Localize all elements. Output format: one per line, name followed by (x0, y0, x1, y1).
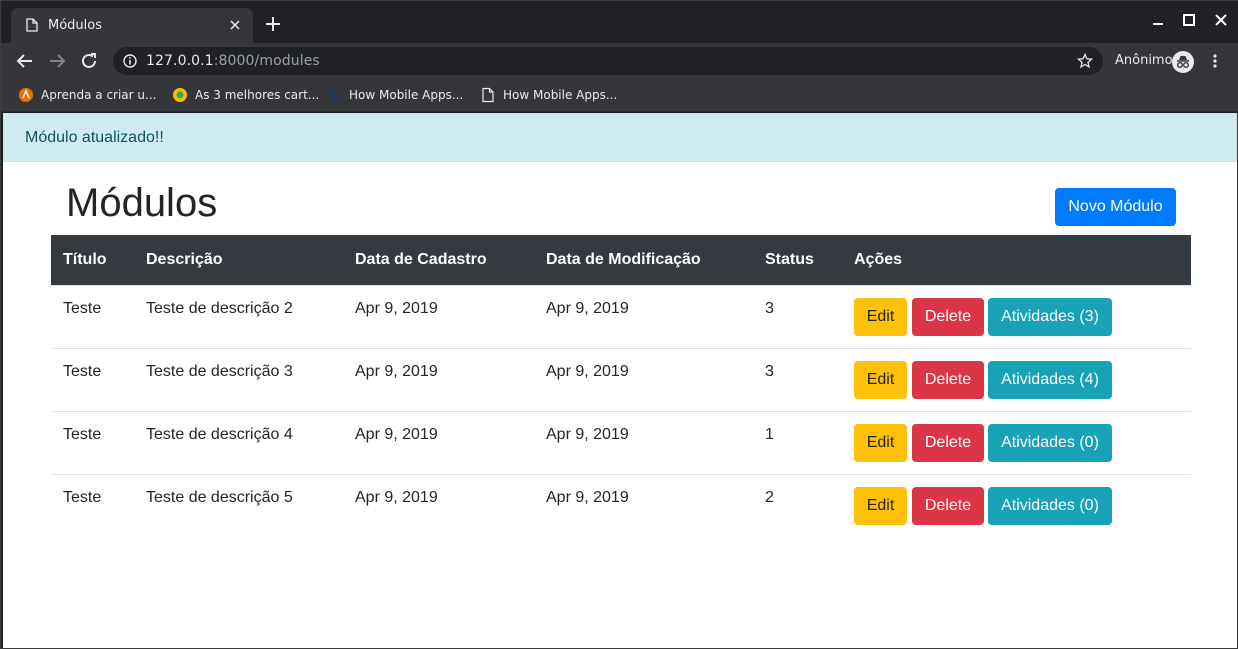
bookmark-item[interactable]: How Mobile Apps... (480, 86, 617, 104)
atividades-button[interactable]: Atividades (0) (988, 487, 1112, 525)
cell-descricao: Teste de descrição 5 (146, 489, 293, 506)
maximize-icon[interactable] (1182, 13, 1196, 27)
new-tab-icon[interactable] (264, 15, 282, 33)
back-icon[interactable] (15, 51, 35, 71)
delete-button[interactable]: Delete (912, 424, 984, 462)
atividades-button[interactable]: Atividades (4) (988, 361, 1112, 399)
cell-titulo: Teste (63, 300, 102, 317)
cell-data-modificacao: Apr 9, 2019 (546, 489, 629, 506)
delete-button[interactable]: Delete (912, 487, 984, 525)
bookmark-star-icon[interactable] (1077, 53, 1093, 69)
browser-tab[interactable]: Módulos (11, 8, 253, 43)
table-row: Teste Teste de descrição 4 Apr 9, 2019 A… (51, 411, 1191, 474)
profile-label[interactable]: Anônimo (1115, 53, 1173, 68)
success-alert: Módulo atualizado!! (3, 113, 1237, 162)
table-row: Teste Teste de descrição 2 Apr 9, 2019 A… (51, 285, 1191, 348)
info-icon[interactable] (123, 54, 137, 68)
incognito-icon[interactable] (1172, 51, 1194, 73)
more-menu-icon[interactable] (1208, 53, 1222, 69)
bookmark-item[interactable]: Aprenda a criar u... (18, 86, 156, 104)
atividades-button[interactable]: Atividades (0) (988, 424, 1112, 462)
cell-data-modificacao: Apr 9, 2019 (546, 426, 629, 443)
page-icon (26, 18, 38, 32)
cell-status: 2 (765, 489, 774, 506)
close-tab-icon[interactable] (227, 17, 243, 33)
cell-status: 3 (765, 300, 774, 317)
delete-button[interactable]: Delete (912, 298, 984, 336)
cell-descricao: Teste de descrição 2 (146, 300, 293, 317)
column-header-descricao: Descrição (146, 251, 223, 268)
alert-message: Módulo atualizado!! (25, 129, 164, 146)
address-bar[interactable]: 127.0.0.1:8000/modules (113, 47, 1103, 75)
bookmark-label: As 3 melhores cart... (195, 88, 320, 102)
edit-button[interactable]: Edit (854, 487, 907, 525)
cell-data-cadastro: Apr 9, 2019 (355, 426, 438, 443)
page-title: Módulos (66, 181, 218, 225)
column-header-titulo: Título (63, 251, 107, 268)
page-icon (482, 87, 494, 103)
cell-status: 3 (765, 363, 774, 380)
atividades-button[interactable]: Atividades (3) (988, 298, 1112, 336)
table-header: Título Descrição Data de Cadastro Data d… (51, 235, 1191, 285)
column-header-data-cadastro: Data de Cadastro (355, 251, 487, 268)
cell-data-modificacao: Apr 9, 2019 (546, 300, 629, 317)
cell-titulo: Teste (63, 489, 102, 506)
cell-descricao: Teste de descrição 3 (146, 363, 293, 380)
column-header-status: Status (765, 251, 814, 268)
column-header-data-modificacao: Data de Modificação (546, 251, 701, 268)
edit-button[interactable]: Edit (854, 424, 907, 462)
minimize-icon[interactable] (1151, 13, 1165, 27)
bookmark-favicon-icon (173, 88, 187, 102)
forward-icon[interactable] (47, 51, 67, 71)
column-header-acoes: Ações (854, 251, 903, 268)
cell-data-cadastro: Apr 9, 2019 (355, 300, 438, 317)
cell-titulo: Teste (63, 363, 102, 380)
bookmark-item[interactable]: How Mobile Apps... (326, 86, 463, 104)
url-path: :8000/modules (213, 53, 320, 69)
reload-icon[interactable] (79, 51, 99, 71)
browser-window: Módulos 127.0.0.1:8000/modules Anônimo A… (0, 0, 1238, 649)
cell-titulo: Teste (63, 426, 102, 443)
bookmarks-bar: Aprenda a criar u... As 3 melhores cart.… (1, 79, 1238, 112)
cell-data-cadastro: Apr 9, 2019 (355, 489, 438, 506)
new-module-button[interactable]: Novo Módulo (1055, 188, 1176, 226)
page-content: Módulo atualizado!! Módulos Novo Módulo … (3, 113, 1237, 648)
browser-toolbar: 127.0.0.1:8000/modules Anônimo (1, 43, 1238, 79)
bookmark-label: How Mobile Apps... (503, 88, 618, 102)
table-row: Teste Teste de descrição 5 Apr 9, 2019 A… (51, 474, 1191, 537)
tab-strip: Módulos (1, 1, 1238, 43)
bookmark-label: Aprenda a criar u... (41, 88, 157, 102)
edit-button[interactable]: Edit (854, 361, 907, 399)
cell-descricao: Teste de descrição 4 (146, 426, 293, 443)
cell-data-cadastro: Apr 9, 2019 (355, 363, 438, 380)
edit-button[interactable]: Edit (854, 298, 907, 336)
url-host: 127.0.0.1 (146, 53, 214, 69)
cell-status: 1 (765, 426, 774, 443)
bookmark-favicon-icon (328, 89, 341, 102)
bookmark-favicon-icon (19, 88, 33, 102)
table-row: Teste Teste de descrição 3 Apr 9, 2019 A… (51, 348, 1191, 411)
delete-button[interactable]: Delete (912, 361, 984, 399)
close-window-icon[interactable] (1214, 13, 1228, 27)
bookmark-label: How Mobile Apps... (349, 88, 464, 102)
bookmark-item[interactable]: As 3 melhores cart... (172, 86, 319, 104)
tab-title: Módulos (48, 18, 102, 33)
url-text: 127.0.0.1:8000/modules (146, 53, 320, 69)
cell-data-modificacao: Apr 9, 2019 (546, 363, 629, 380)
